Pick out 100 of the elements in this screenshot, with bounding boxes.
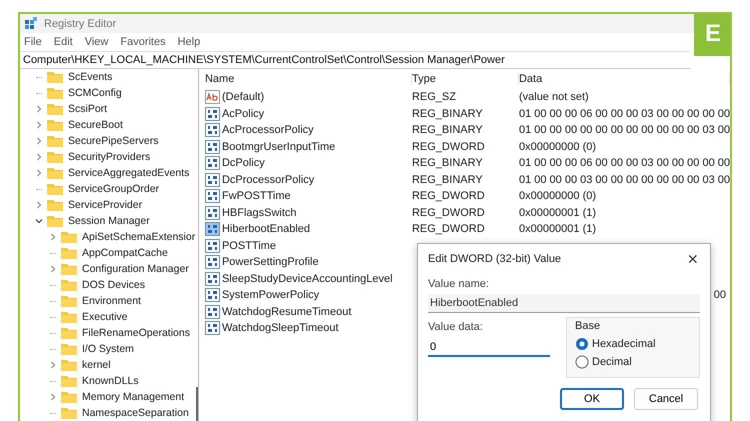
registry-app-icon <box>24 16 38 30</box>
value-name[interactable]: (Default) <box>222 91 264 104</box>
menu-item[interactable]: View <box>84 36 108 48</box>
tree-item[interactable]: SecurePipeServers <box>68 135 158 147</box>
window-title: Registry Editor <box>44 18 116 30</box>
folder-icon <box>60 342 78 356</box>
menu-item[interactable]: Help <box>178 36 200 48</box>
folder-icon <box>60 374 78 388</box>
field-label: Value name: <box>428 278 490 290</box>
radio-button[interactable] <box>575 337 589 351</box>
scrollbar-thumb[interactable] <box>196 387 198 421</box>
value-data: 01 00 00 00 03 00 00 00 00 00 00 00 03 00 <box>518 174 730 186</box>
value-type: REG_BINARY <box>412 124 484 136</box>
chevron-right-icon[interactable] <box>35 201 43 209</box>
value-data: (value not set) <box>518 91 590 104</box>
folder-icon <box>60 294 78 308</box>
close-button[interactable]: × <box>685 248 700 270</box>
value-type: REG_DWORD <box>412 140 486 153</box>
tree-item[interactable]: Memory Management <box>82 391 184 403</box>
column-header[interactable]: Type <box>412 73 519 85</box>
folder-icon <box>46 198 64 212</box>
folder-icon <box>60 326 78 340</box>
column-header[interactable]: Data <box>518 73 730 85</box>
folder-icon <box>46 118 64 132</box>
tree-item[interactable]: I/O System <box>82 343 134 355</box>
folder-icon <box>60 230 78 244</box>
value-data: 0x00000001 (1) <box>518 206 598 219</box>
value-name[interactable]: HiberbootEnabled <box>222 223 310 236</box>
folder-icon <box>60 262 78 276</box>
tree-item[interactable]: FileRenameOperations <box>82 327 190 339</box>
radio-button[interactable] <box>575 355 589 369</box>
folder-icon <box>46 214 64 228</box>
tree-item[interactable]: KnownDLLs <box>82 375 139 387</box>
tree-item[interactable]: ServiceAggregatedEvents <box>68 167 190 179</box>
folder-icon <box>60 390 78 404</box>
menu-item[interactable]: File <box>24 36 42 48</box>
chevron-down-icon[interactable] <box>35 217 43 225</box>
folder-icon <box>46 102 64 116</box>
tree-item[interactable]: SecurityProviders <box>68 151 150 163</box>
tree-item[interactable]: Environment <box>82 295 141 307</box>
dialog-button[interactable]: Cancel <box>634 388 698 410</box>
value-name-field[interactable]: HiberbootEnabled <box>428 294 700 313</box>
chevron-right-icon[interactable] <box>49 393 57 401</box>
value-data: 0x00000000 (0) <box>518 140 598 153</box>
value-name[interactable]: SleepStudyDeviceAccountingLevel <box>222 272 393 285</box>
value-name[interactable]: SystemPowerPolicy <box>222 289 320 302</box>
tree-item[interactable]: ApiSetSchemaExtensior <box>82 231 196 243</box>
dialog-title: Edit DWORD (32-bit) Value <box>428 253 562 265</box>
value-data: 00 <box>712 289 727 302</box>
tree-item[interactable]: SCMConfig <box>68 87 122 99</box>
folder-icon <box>46 150 64 164</box>
tree-item[interactable]: kernel <box>82 359 111 371</box>
folder-icon <box>46 182 64 196</box>
value-name[interactable]: DcProcessorPolicy <box>222 174 314 186</box>
folder-icon <box>46 70 64 84</box>
tree-item[interactable]: ScEvents <box>68 71 112 83</box>
value-data: 01 00 00 00 06 00 00 00 03 00 00 00 00 00 <box>518 108 730 120</box>
value-data: 0x00000000 (0) <box>518 190 598 202</box>
chevron-right-icon[interactable] <box>49 265 57 273</box>
value-name[interactable]: WatchdogResumeTimeout <box>222 306 352 318</box>
chevron-right-icon[interactable] <box>49 361 57 369</box>
value-name[interactable]: DcPolicy <box>222 157 265 170</box>
tree-item[interactable]: ScsiPort <box>68 103 108 115</box>
menu-item[interactable]: Edit <box>54 36 73 48</box>
field-label: Value data: <box>428 321 484 333</box>
folder-icon <box>60 358 78 372</box>
folder-icon <box>46 166 64 180</box>
value-name[interactable]: BootmgrUserInputTime <box>222 140 336 153</box>
tree-item[interactable]: ServiceProvider <box>68 199 142 211</box>
address-bar[interactable]: Computer\HKEY_LOCAL_MACHINE\SYSTEM\CurrentControlSet\Control\Session Manager\Power <box>20 51 690 69</box>
menu-item[interactable]: Favorites <box>120 36 166 48</box>
tree-item[interactable]: ServiceGroupOrder <box>68 183 160 195</box>
folder-icon <box>60 246 78 260</box>
folder-icon <box>60 406 78 420</box>
value-type: REG_DWORD <box>412 206 486 219</box>
value-type: REG_DWORD <box>412 223 486 236</box>
chevron-right-icon[interactable] <box>49 233 57 241</box>
radio-label[interactable]: Decimal <box>592 356 632 368</box>
tree-item[interactable]: SecureBoot <box>68 119 123 131</box>
tree-item[interactable]: Executive <box>82 311 128 323</box>
column-header[interactable]: Name <box>204 73 412 85</box>
value-name[interactable]: PowerSettingProfile <box>222 256 319 268</box>
tree-item[interactable]: NamespaceSeparation <box>82 407 189 419</box>
value-name[interactable]: AcProcessorPolicy <box>222 124 314 136</box>
value-data-input[interactable]: 0 <box>428 339 550 357</box>
value-data: 0x00000001 (1) <box>518 223 598 236</box>
value-name[interactable]: AcPolicy <box>222 108 264 120</box>
group-label: Base <box>575 320 602 332</box>
tree-item[interactable]: DOS Devices <box>82 279 146 291</box>
tree-item[interactable]: AppCompatCache <box>82 247 168 259</box>
value-name[interactable]: POSTTime <box>222 240 276 252</box>
value-name[interactable]: HBFlagsSwitch <box>222 206 297 219</box>
value-name[interactable]: FwPOSTTime <box>222 190 291 202</box>
value-name[interactable]: WatchdogSleepTimeout <box>222 322 339 334</box>
tree-item[interactable]: Session Manager <box>68 215 150 227</box>
dialog-button[interactable]: OK <box>560 388 624 410</box>
radio-label[interactable]: Hexadecimal <box>592 338 656 350</box>
tree-item[interactable]: Configuration Manager <box>82 263 189 275</box>
value-type: REG_BINARY <box>412 157 484 170</box>
value-type: REG_DWORD <box>412 190 486 202</box>
